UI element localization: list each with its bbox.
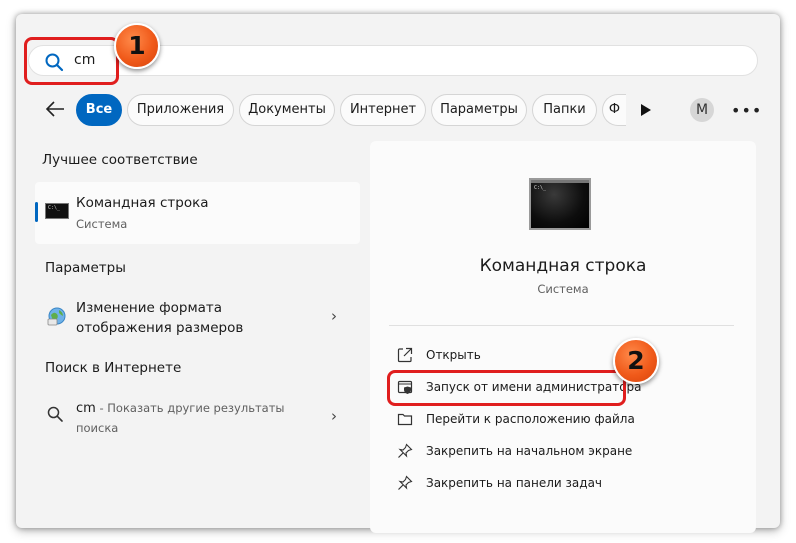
filter-photos-partial[interactable]: Ф	[602, 94, 626, 126]
action-pin-taskbar[interactable]: Закрепить на панели задач	[426, 476, 602, 490]
chevron-right-icon[interactable]: ›	[331, 407, 337, 425]
settings-item-line1[interactable]: Изменение формата	[76, 300, 222, 316]
step-badge-1: 1	[114, 23, 160, 69]
details-subtitle: Система	[537, 282, 589, 296]
highlight-frame-run-as-admin	[387, 370, 626, 406]
details-title: Командная строка	[479, 256, 647, 276]
open-icon	[397, 347, 413, 363]
chevron-right-icon[interactable]: ›	[331, 307, 337, 325]
web-search-desc-line2: поиска	[76, 421, 119, 435]
filter-all[interactable]: Все	[76, 94, 122, 126]
web-search-query: cm	[76, 401, 96, 416]
filter-settings[interactable]: Параметры	[431, 94, 527, 126]
pin-icon	[398, 475, 413, 490]
scroll-right-icon[interactable]	[641, 104, 651, 116]
command-prompt-large-icon: C:\_	[529, 178, 591, 230]
filter-folders[interactable]: Папки	[532, 94, 597, 126]
best-match-result[interactable]	[35, 182, 360, 244]
action-pin-start[interactable]: Закрепить на начальном экране	[426, 444, 632, 458]
more-options-icon[interactable]: •••	[731, 101, 762, 120]
folder-icon	[397, 413, 413, 426]
action-open-file-location[interactable]: Перейти к расположению файла	[426, 412, 635, 426]
highlight-frame-search	[24, 37, 119, 85]
back-arrow-icon[interactable]	[44, 100, 66, 118]
best-match-heading: Лучшее соответствие	[42, 152, 198, 168]
action-open[interactable]: Открыть	[426, 348, 481, 362]
best-match-title: Командная строка	[76, 195, 209, 211]
selection-indicator	[35, 202, 38, 222]
best-match-subtitle: Система	[76, 217, 128, 231]
web-search-heading: Поиск в Интернете	[45, 360, 182, 376]
display-settings-icon[interactable]	[47, 306, 67, 326]
filter-apps[interactable]: Приложения	[127, 94, 234, 126]
settings-heading: Параметры	[45, 260, 126, 276]
pin-icon	[398, 443, 413, 458]
filter-internet[interactable]: Интернет	[340, 94, 426, 126]
step-badge-2: 2	[613, 338, 659, 384]
search-icon	[47, 406, 63, 422]
filter-documents[interactable]: Документы	[239, 94, 335, 126]
account-avatar[interactable]: M	[690, 98, 714, 122]
settings-item-line2[interactable]: отображения размеров	[76, 320, 243, 336]
command-prompt-icon	[45, 203, 69, 219]
web-search-desc: - Показать другие результаты	[95, 401, 285, 415]
web-search-item[interactable]: cm - Показать другие результаты	[76, 401, 285, 416]
divider	[389, 325, 734, 326]
